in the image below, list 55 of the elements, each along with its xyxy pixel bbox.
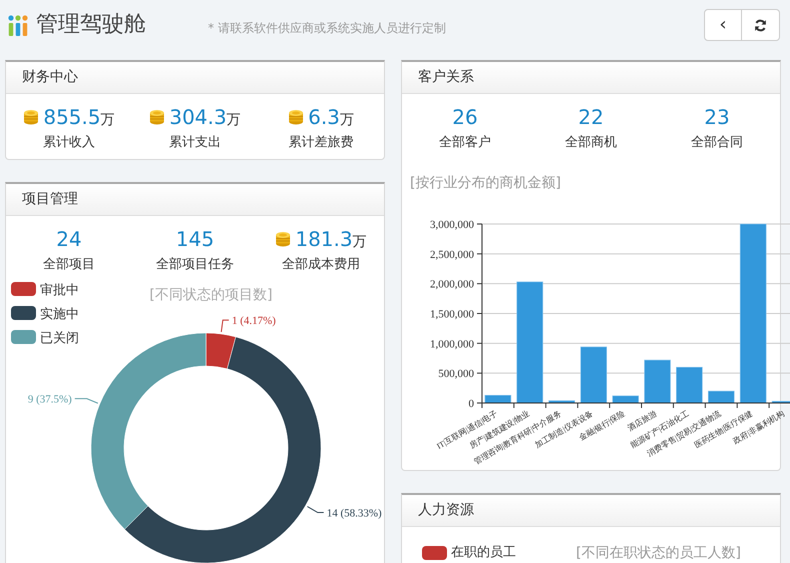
back-button[interactable]: ‹ (704, 9, 742, 41)
bar (708, 390, 735, 403)
stat-value: 24 (56, 226, 82, 252)
bar (580, 346, 607, 403)
leader-line (306, 506, 324, 513)
stat-label: 累计差旅费 (288, 134, 354, 152)
axis-label: 1,500,000 (430, 308, 474, 320)
bar (676, 366, 703, 403)
stat-value: 855.5万 (43, 104, 115, 131)
legend-label: 已关闭 (40, 331, 79, 346)
page-title: 管理驾驶舱 (36, 14, 146, 36)
stat-value: 23 (704, 104, 730, 131)
stat-value: 6.3万 (308, 104, 354, 131)
stat-value: 304.3万 (169, 104, 241, 131)
stat-label: 全部项目任务 (156, 256, 234, 274)
chart-title: [按行业分布的商机金额] (409, 174, 562, 192)
stat-value: 22 (578, 104, 604, 131)
bar (484, 394, 512, 403)
legend-item[interactable]: 已关闭 (11, 330, 79, 346)
axis-label: 2,500,000 (430, 248, 474, 260)
slice-label: 1 (4.17%) (232, 315, 276, 328)
slice-label: 14 (58.33%) (326, 508, 382, 520)
stat-value: 145 (176, 226, 214, 252)
leader-line (220, 320, 230, 332)
legend-label: 审批中 (40, 282, 79, 298)
axis-label: 0 (468, 398, 474, 410)
legend-item[interactable]: 实施中 (11, 306, 79, 322)
refresh-icon (754, 18, 767, 32)
axis-label: 1,000,000 (430, 338, 474, 350)
stat-label: 全部客户 (439, 134, 491, 152)
legend-item[interactable]: 审批中 (11, 282, 79, 298)
slice-label: 9 (37.5%) (28, 394, 72, 406)
bar (772, 400, 790, 403)
stat-label: 全部商机 (565, 134, 617, 152)
chart-title: [不同状态的项目数] (150, 287, 272, 303)
leader-line (74, 398, 98, 404)
stat-label: 全部成本费用 (282, 256, 360, 274)
legend-label: 实施中 (40, 307, 79, 322)
bar (548, 400, 576, 403)
customization-note: * 请联系软件供应商或系统实施人员进行定制 (208, 20, 446, 37)
bar (644, 359, 671, 403)
axis-label: 3,000,000 (430, 218, 474, 230)
axis-label: 2,000,000 (430, 278, 474, 290)
bar (612, 395, 639, 403)
stat-value: 181.3万 (295, 226, 367, 252)
axis-label: 500,000 (438, 368, 474, 380)
stat-label: 全部项目 (43, 256, 95, 274)
stat-label: 累计支出 (169, 134, 221, 152)
stat-label: 累计收入 (43, 134, 95, 152)
stat-value: 26 (452, 104, 478, 131)
chart-title: [不同在职状态的员工人数] (576, 544, 741, 562)
legend-label[interactable]: 在职的员工 (451, 543, 516, 563)
refresh-button[interactable] (742, 9, 780, 41)
people-logo-icon (8, 14, 28, 36)
stat-label: 全部合同 (691, 134, 743, 152)
